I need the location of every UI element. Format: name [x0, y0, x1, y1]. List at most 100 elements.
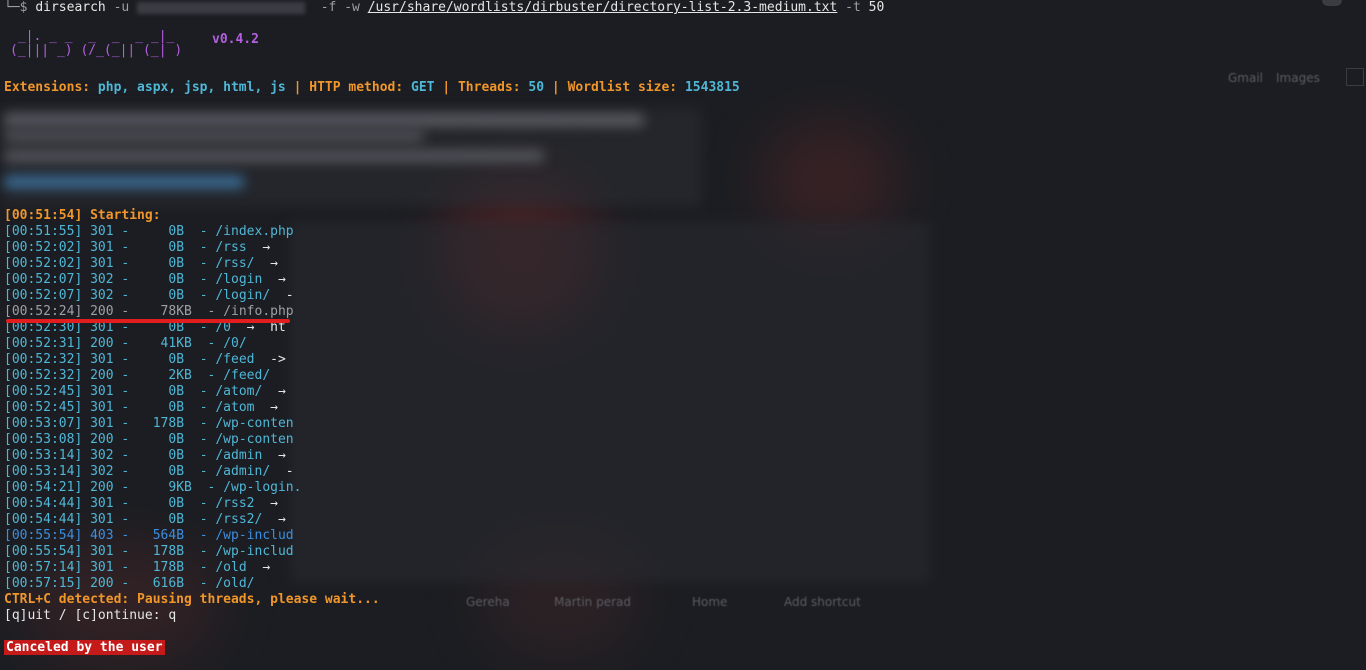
result-size: 0B: [144, 256, 185, 271]
result-size: 0B: [144, 240, 185, 255]
result-separator: -: [184, 496, 216, 511]
result-time: [00:52:07]: [4, 288, 83, 303]
redirect-arrow: →: [246, 240, 271, 255]
result-row: [00:53:14] 302 - 0B - /admin/ -: [4, 464, 294, 480]
threads-value: 50: [528, 80, 545, 95]
redirect-arrow: →: [246, 560, 271, 575]
result-row: [00:55:54] 301 - 178B - /wp-includ: [4, 544, 294, 560]
result-path: /wp-login.: [223, 480, 302, 495]
result-status-code: 301: [90, 496, 114, 511]
logo-line-2: (_||| _) (/_(_|| (_| ): [10, 43, 183, 58]
result-time: [00:53:08]: [4, 432, 83, 447]
result-time: [00:52:02]: [4, 256, 83, 271]
result-row: [00:57:15] 200 - 616B - /old/: [4, 576, 255, 592]
result-time: [00:52:32]: [4, 352, 83, 367]
result-separator: -: [113, 464, 145, 479]
result-path: /rss/: [215, 256, 255, 271]
result-time: [00:53:14]: [4, 448, 83, 463]
dirsearch-logo: _|. _ _ _ _ _ _|_ (_||| _) (/_(_|| (_| ): [10, 30, 182, 58]
result-path: /rss: [215, 240, 247, 255]
result-separator: -: [184, 448, 216, 463]
result-time: [00:52:45]: [4, 400, 83, 415]
result-row: [00:57:14] 301 - 178B - /old →: [4, 560, 270, 576]
result-status-code: 301: [90, 560, 114, 575]
result-status-code: 403: [90, 528, 114, 543]
result-separator: -: [113, 576, 145, 591]
result-time: [00:51:55]: [4, 224, 83, 239]
result-separator: -: [113, 416, 145, 431]
result-time: [00:52:07]: [4, 272, 83, 287]
threads-arg: 50: [868, 0, 885, 15]
highlight-underline: [6, 319, 290, 323]
result-time: [00:54:44]: [4, 496, 83, 511]
result-status-code: 200: [90, 432, 114, 447]
result-separator: -: [113, 272, 145, 287]
result-status-code: 200: [90, 304, 114, 319]
result-row: [00:53:08] 200 - 0B - /wp-conten: [4, 432, 294, 448]
result-path: /rss2/: [215, 512, 263, 527]
wordlist-path: /usr/share/wordlists/dirbuster/directory…: [367, 0, 838, 15]
result-row: [00:52:31] 200 - 41KB - /0/: [4, 336, 247, 352]
result-row: [00:54:44] 301 - 0B - /rss2 →: [4, 496, 278, 512]
result-path: /index.php: [215, 224, 294, 239]
result-status-code: 301: [90, 384, 114, 399]
ctrlc-message: CTRL+C detected: Pausing threads, please…: [4, 592, 380, 607]
result-path: /feed/: [223, 368, 271, 383]
result-row: [00:52:32] 200 - 2KB - /feed/: [4, 368, 270, 384]
result-separator: -: [113, 368, 145, 383]
result-row: [00:52:45] 301 - 0B - /atom/ →: [4, 384, 286, 400]
result-time: [00:54:21]: [4, 480, 83, 495]
result-path: /feed: [215, 352, 255, 367]
result-separator: -: [113, 480, 145, 495]
redirect-arrow: →: [262, 272, 286, 287]
result-separator: -: [113, 288, 145, 303]
result-size: 616B: [144, 576, 185, 591]
result-status-code: 301: [90, 240, 114, 255]
result-path: /0/: [223, 336, 247, 351]
result-size: 0B: [144, 224, 185, 239]
result-time: [00:52:24]: [4, 304, 83, 319]
result-size: 0B: [144, 496, 185, 511]
result-path: /rss2: [215, 496, 255, 511]
canceled-line: Canceled by the user: [4, 640, 165, 656]
flag-t: -t: [845, 0, 861, 15]
extensions-label: Extensions:: [4, 80, 91, 95]
result-path: /atom/: [215, 384, 263, 399]
redirect-arrow: →: [254, 400, 278, 415]
result-row: [00:54:44] 301 - 0B - /rss2/ →: [4, 512, 286, 528]
result-size: 41KB: [144, 336, 192, 351]
result-time: [00:57:15]: [4, 576, 83, 591]
terminal[interactable]: └─$ dirsearch -u -f -w /usr/share/wordli…: [0, 0, 1366, 660]
result-status-code: 200: [90, 336, 114, 351]
result-separator: -: [113, 432, 145, 447]
result-separator: -: [184, 288, 216, 303]
redirect-arrow: →: [262, 512, 286, 527]
result-separator: -: [113, 352, 145, 367]
result-status-code: 301: [90, 256, 114, 271]
logo-line-1: _|. _ _ _ _ _ _|_: [10, 29, 175, 44]
result-path: /wp-conten: [215, 432, 294, 447]
result-status-code: 301: [90, 544, 114, 559]
redirect-arrow: -: [270, 464, 294, 479]
result-path: /wp-conten: [215, 416, 294, 431]
result-separator: -: [113, 256, 145, 271]
quit-prompt[interactable]: [q]uit / [c]ontinue: q: [4, 608, 176, 624]
redirect-arrow: →: [262, 384, 286, 399]
result-status-code: 200: [90, 480, 114, 495]
flag-u: -u: [113, 0, 130, 15]
redirect-arrow: →: [254, 496, 278, 511]
result-size: 78KB: [144, 304, 192, 319]
result-status-code: 302: [90, 464, 114, 479]
result-separator: -: [184, 512, 216, 527]
result-time: [00:53:07]: [4, 416, 83, 431]
result-row: [00:53:14] 302 - 0B - /admin →: [4, 448, 286, 464]
result-status-code: 302: [90, 272, 114, 287]
result-separator: -: [113, 560, 145, 575]
result-separator: -: [184, 528, 216, 543]
result-time: [00:52:31]: [4, 336, 83, 351]
result-separator: -: [113, 240, 145, 255]
method-value: GET: [411, 80, 435, 95]
result-row: [00:51:55] 301 - 0B - /index.php: [4, 224, 294, 240]
result-separator: -: [191, 336, 224, 351]
result-path: /login/: [215, 288, 271, 303]
